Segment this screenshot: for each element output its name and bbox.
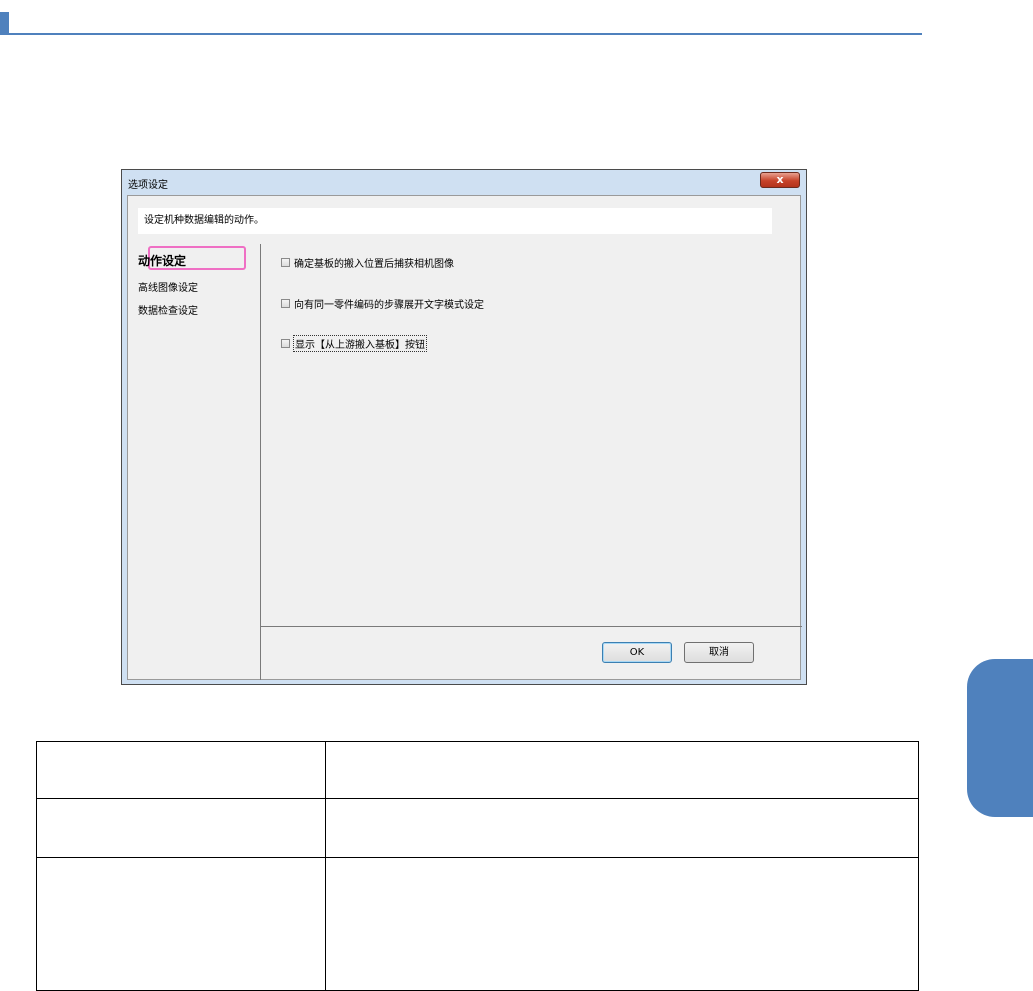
checkbox[interactable] bbox=[281, 299, 290, 308]
checkbox[interactable] bbox=[281, 339, 290, 348]
footer-divider bbox=[261, 626, 802, 627]
nav-item-label: 数据检查设定 bbox=[138, 306, 198, 317]
option-show-upstream-button[interactable]: 显示【从上游搬入基板】按钮 bbox=[281, 335, 427, 352]
options-panel: 确定基板的搬入位置后捕获相机图像 向有同一零件编码的步骤展开文字模式设定 显示【… bbox=[261, 244, 802, 626]
side-chapter-tab bbox=[967, 659, 1033, 817]
description-table bbox=[36, 741, 919, 991]
ok-button[interactable]: OK bbox=[602, 642, 672, 663]
settings-nav: 动作设定 高线图像设定 数据检查设定 bbox=[128, 244, 260, 680]
nav-item-data-check-settings[interactable]: 数据检查设定 bbox=[138, 302, 198, 317]
option-label: 确定基板的搬入位置后捕获相机图像 bbox=[294, 259, 454, 270]
description-text: 设定机种数据编辑的动作。 bbox=[144, 215, 264, 226]
dialog-title: 选项设定 bbox=[128, 180, 168, 191]
nav-item-action-settings[interactable]: 动作设定 bbox=[138, 252, 186, 269]
close-icon: x bbox=[776, 173, 784, 186]
option-capture-camera-image[interactable]: 确定基板的搬入位置后捕获相机图像 bbox=[281, 255, 454, 270]
table-row bbox=[36, 741, 919, 799]
table-row bbox=[36, 798, 919, 858]
nav-item-label: 高线图像设定 bbox=[138, 283, 198, 294]
table-cell bbox=[325, 798, 919, 858]
close-button[interactable]: x bbox=[760, 172, 800, 188]
table-cell bbox=[36, 741, 326, 799]
nav-item-label: 动作设定 bbox=[138, 254, 187, 268]
table-row bbox=[36, 857, 919, 991]
option-expand-text-mode[interactable]: 向有同一零件编码的步骤展开文字模式设定 bbox=[281, 296, 484, 311]
table-cell bbox=[325, 857, 919, 991]
dialog-client: 设定机种数据编辑的动作。 动作设定 高线图像设定 数据检查设定 确定基板的搬入位… bbox=[127, 195, 802, 680]
checkbox[interactable] bbox=[281, 258, 290, 267]
cancel-button[interactable]: 取消 bbox=[684, 642, 754, 663]
header-accent-bar bbox=[0, 12, 9, 35]
table-cell bbox=[36, 857, 326, 991]
header-rule bbox=[0, 33, 922, 35]
option-label: 向有同一零件编码的步骤展开文字模式设定 bbox=[294, 300, 484, 311]
option-label: 显示【从上游搬入基板】按钮 bbox=[293, 335, 427, 352]
options-dialog: 选项设定 x 设定机种数据编辑的动作。 动作设定 高线图像设定 数据检查设定 确… bbox=[121, 169, 807, 685]
nav-item-image-settings[interactable]: 高线图像设定 bbox=[138, 279, 198, 294]
table-cell bbox=[36, 798, 326, 858]
description-bar: 设定机种数据编辑的动作。 bbox=[138, 208, 772, 234]
table-cell bbox=[325, 741, 919, 799]
